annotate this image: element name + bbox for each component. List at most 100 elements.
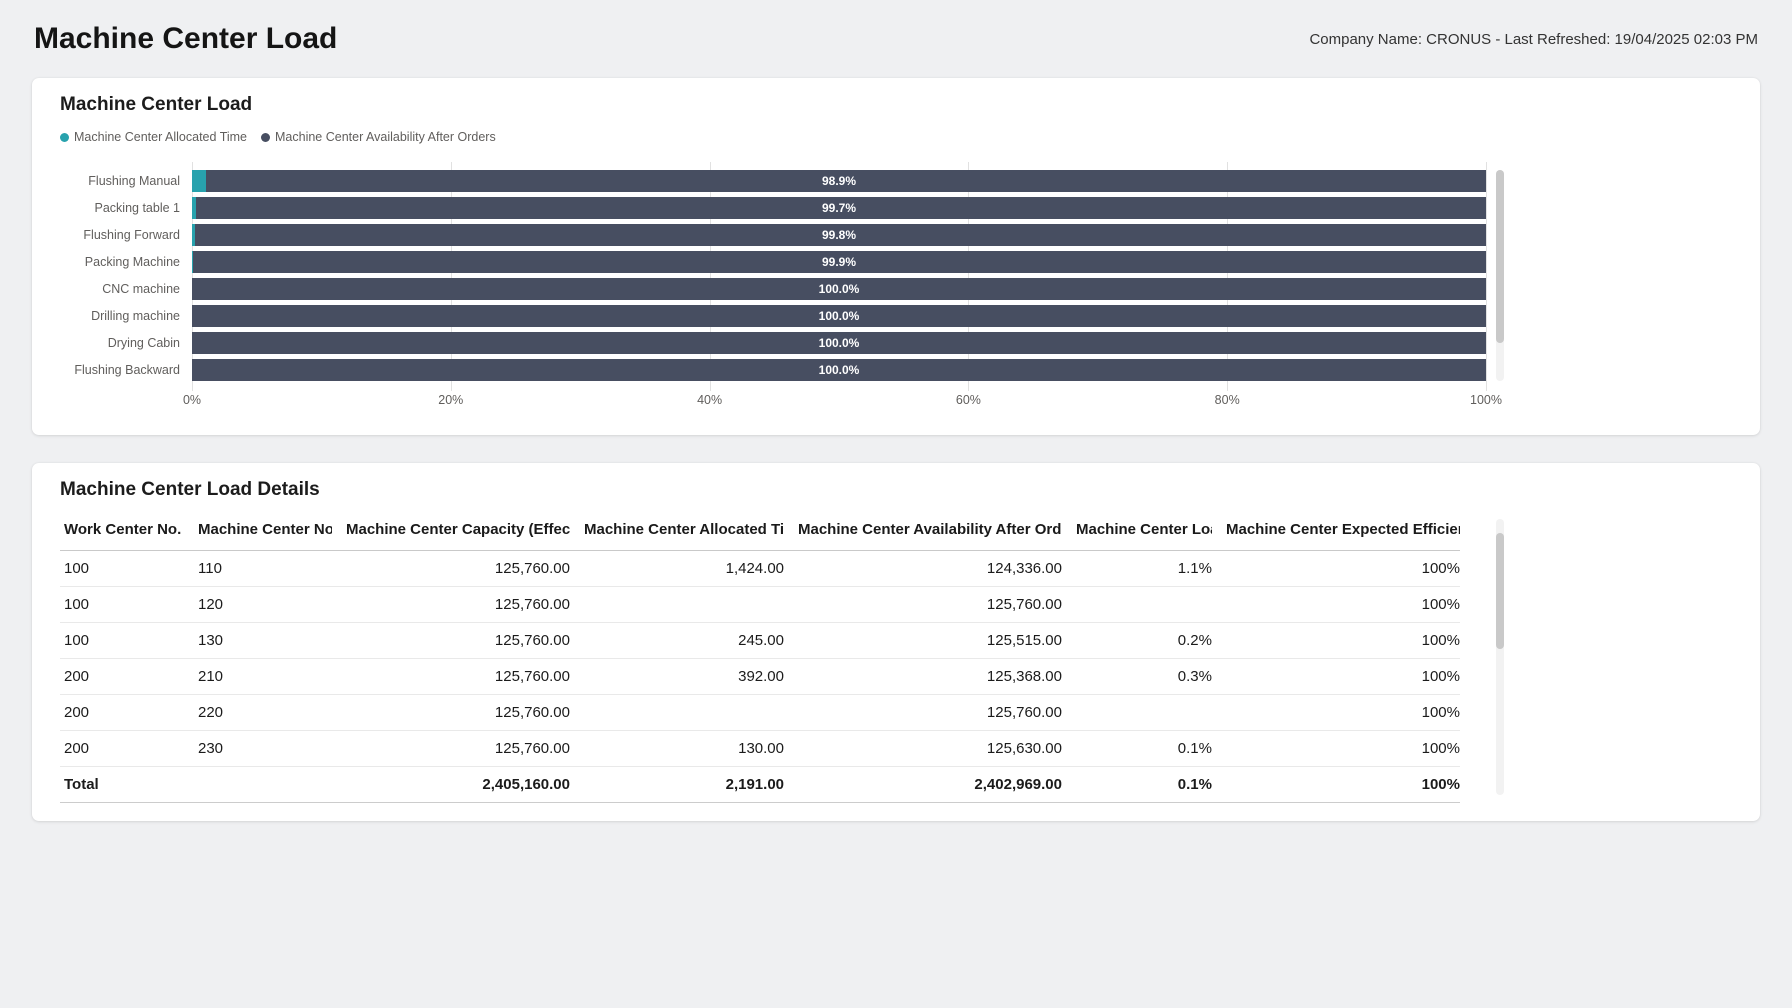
column-header: Machine Center No. xyxy=(184,515,332,551)
chart-bar[interactable]: 99.8% xyxy=(192,224,1486,246)
table-cell: 100% xyxy=(1212,623,1460,659)
table-cell: 125,760.00 xyxy=(332,731,570,767)
chart-category-label: Packing table 1 xyxy=(60,197,180,219)
chart-bar[interactable]: 99.9% xyxy=(192,251,1486,273)
chart-legend: Machine Center Allocated Time Machine Ce… xyxy=(60,130,1732,144)
x-tick-label: 40% xyxy=(697,393,722,407)
table-row[interactable]: 200230125,760.00130.00125,630.000.1%100% xyxy=(60,731,1460,767)
bar-value-label: 98.9% xyxy=(192,170,1486,192)
table-cell: 0.1% xyxy=(1062,731,1212,767)
table-cell: 125,760.00 xyxy=(784,695,1062,731)
table-cell xyxy=(1062,587,1212,623)
legend-dot-allocated-icon xyxy=(60,133,69,142)
details-table-head-row: Work Center No.Machine Center No. Machine… xyxy=(60,515,1460,551)
details-table-total-row: Total2,405,160.002,191.002,402,969.000.1… xyxy=(60,767,1460,803)
table-cell: 125,760.00 xyxy=(784,587,1062,623)
table-cell: 100 xyxy=(60,587,184,623)
total-cell: 100% xyxy=(1212,767,1460,803)
table-row[interactable]: 200220125,760.00125,760.00100% xyxy=(60,695,1460,731)
chart-bar[interactable]: 100.0% xyxy=(192,359,1486,381)
table-cell: 230 xyxy=(184,731,332,767)
details-table: Work Center No.Machine Center No. Machine… xyxy=(60,515,1460,803)
gridline xyxy=(1486,162,1487,391)
column-header: Machine Center Expected Efficiency % xyxy=(1212,515,1460,551)
table-cell: 125,760.00 xyxy=(332,659,570,695)
table-cell: 125,760.00 xyxy=(332,587,570,623)
company-info: Company Name: CRONUS - Last Refreshed: 1… xyxy=(1309,31,1758,48)
chart-category-label: Flushing Backward xyxy=(60,359,180,381)
table-cell: 0.3% xyxy=(1062,659,1212,695)
chart-bar[interactable]: 98.9% xyxy=(192,170,1486,192)
chart-bar[interactable]: 100.0% xyxy=(192,332,1486,354)
column-header: Machine Center Load xyxy=(1062,515,1212,551)
table-cell: 130 xyxy=(184,623,332,659)
table-cell: 210 xyxy=(184,659,332,695)
legend-dot-availability-icon xyxy=(261,133,270,142)
details-title: Machine Center Load Details xyxy=(60,479,1732,501)
details-table-foot: Total2,405,160.002,191.002,402,969.000.1… xyxy=(60,767,1460,803)
bar-value-label: 100.0% xyxy=(192,305,1486,327)
details-card: Machine Center Load Details Work Center … xyxy=(32,463,1760,821)
x-tick-label: 60% xyxy=(956,393,981,407)
details-table-body: 100110125,760.001,424.00124,336.001.1%10… xyxy=(60,551,1460,767)
table-cell: 1.1% xyxy=(1062,551,1212,587)
table-cell: 120 xyxy=(184,587,332,623)
chart-x-axis: 0%20%40%60%80%100% xyxy=(192,393,1486,411)
column-header: Machine Center Availability After Orders xyxy=(784,515,1062,551)
chart-title: Machine Center Load xyxy=(60,94,1732,116)
table-cell: 100% xyxy=(1212,731,1460,767)
table-cell: 125,760.00 xyxy=(332,695,570,731)
details-body: Work Center No.Machine Center No. Machine… xyxy=(60,515,1732,803)
table-row[interactable]: 200210125,760.00392.00125,368.000.3%100% xyxy=(60,659,1460,695)
chart-bar[interactable]: 100.0% xyxy=(192,278,1486,300)
x-tick-label: 20% xyxy=(438,393,463,407)
table-cell xyxy=(1062,695,1212,731)
bar-value-label: 99.9% xyxy=(192,251,1486,273)
chart-category-label: Flushing Forward xyxy=(60,224,180,246)
details-table-head: Work Center No.Machine Center No. Machine… xyxy=(60,515,1460,551)
bar-value-label: 100.0% xyxy=(192,278,1486,300)
table-cell: 125,630.00 xyxy=(784,731,1062,767)
chart-y-labels: Flushing Manual Packing table 1 Flushing F… xyxy=(60,170,192,381)
table-row[interactable]: 100130125,760.00245.00125,515.000.2%100% xyxy=(60,623,1460,659)
table-cell: 125,760.00 xyxy=(332,623,570,659)
bar-value-label: 99.8% xyxy=(192,224,1486,246)
chart-scrollbar[interactable] xyxy=(1496,170,1504,381)
legend-item-allocated-time[interactable]: Machine Center Allocated Time xyxy=(60,130,247,144)
chart-category-label: Drilling machine xyxy=(60,305,180,327)
table-scrollbar-thumb[interactable] xyxy=(1496,533,1504,649)
total-cell: 0.1% xyxy=(1062,767,1212,803)
bar-value-label: 100.0% xyxy=(192,332,1486,354)
total-cell: 2,405,160.00 xyxy=(332,767,570,803)
table-cell xyxy=(570,587,784,623)
page-title: Machine Center Load xyxy=(34,20,337,58)
page-header: Machine Center Load Company Name: CRONUS… xyxy=(32,14,1760,78)
table-cell: 200 xyxy=(60,659,184,695)
table-cell: 0.2% xyxy=(1062,623,1212,659)
table-cell: 110 xyxy=(184,551,332,587)
table-cell: 125,515.00 xyxy=(784,623,1062,659)
table-row[interactable]: 100120125,760.00125,760.00100% xyxy=(60,587,1460,623)
bar-value-label: 100.0% xyxy=(192,359,1486,381)
chart-category-label: Flushing Manual xyxy=(60,170,180,192)
chart-card: Machine Center Load Machine Center Alloc… xyxy=(32,78,1760,435)
table-cell: 124,336.00 xyxy=(784,551,1062,587)
legend-label-allocated-time: Machine Center Allocated Time xyxy=(74,130,247,144)
table-cell: 125,368.00 xyxy=(784,659,1062,695)
table-cell: 100% xyxy=(1212,659,1460,695)
table-row[interactable]: 100110125,760.001,424.00124,336.001.1%10… xyxy=(60,551,1460,587)
total-cell xyxy=(184,767,332,803)
table-cell: 100 xyxy=(60,623,184,659)
chart-category-label: Packing Machine xyxy=(60,251,180,273)
legend-item-availability[interactable]: Machine Center Availability After Orders xyxy=(261,130,496,144)
table-cell: 1,424.00 xyxy=(570,551,784,587)
chart-bar[interactable]: 99.7% xyxy=(192,197,1486,219)
table-scrollbar[interactable] xyxy=(1496,519,1504,795)
chart-plot: 98.9% 99.7% 99.8% 99.9% 100.0% 100.0% 100.0% 10… xyxy=(192,170,1486,381)
chart-bar[interactable]: 100.0% xyxy=(192,305,1486,327)
x-tick-label: 0% xyxy=(183,393,201,407)
table-cell: 100% xyxy=(1212,587,1460,623)
chart-scrollbar-thumb[interactable] xyxy=(1496,170,1504,343)
column-header: Work Center No. xyxy=(60,515,184,551)
table-cell: 100% xyxy=(1212,551,1460,587)
